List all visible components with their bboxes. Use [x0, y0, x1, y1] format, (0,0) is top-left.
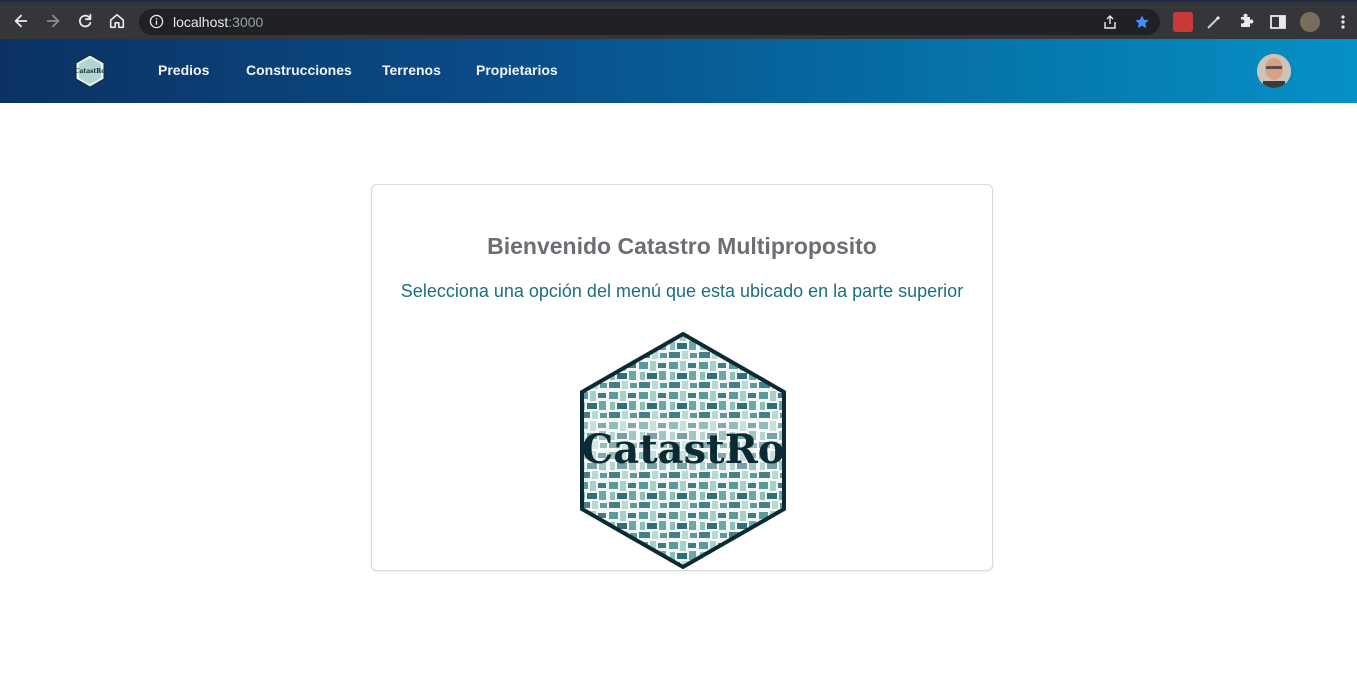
- welcome-title: Bienvenido Catastro Multiproposito: [487, 233, 877, 259]
- more-menu-icon[interactable]: [1336, 14, 1350, 30]
- profile-avatar[interactable]: [1300, 12, 1320, 32]
- url-port: :3000: [228, 14, 264, 30]
- color-picker-icon[interactable]: [1204, 12, 1224, 32]
- brand-logo-text: CatastRo: [75, 68, 105, 75]
- home-icon: [109, 13, 125, 29]
- nav-link-terrenos[interactable]: Terrenos: [382, 62, 441, 78]
- app-navbar: CatastRo Predios Construcciones Terrenos…: [0, 39, 1357, 103]
- welcome-card: Bienvenido Catastro Multiproposito Selec…: [371, 184, 993, 571]
- info-icon[interactable]: [149, 14, 164, 29]
- nav-link-predios[interactable]: Predios: [158, 62, 209, 78]
- brand-logo[interactable]: CatastRo: [73, 54, 107, 88]
- arrow-left-icon: [14, 14, 28, 28]
- nav-link-propietarios[interactable]: Propietarios: [476, 62, 558, 78]
- extensions-area: [1169, 10, 1324, 34]
- address-bar[interactable]: localhost:3000: [139, 9, 1160, 35]
- extension-icon[interactable]: [1173, 12, 1193, 32]
- puzzle-extensions-icon[interactable]: [1235, 12, 1255, 32]
- catastro-logo: CatastRo: [580, 331, 786, 570]
- logo-text: CatastRo: [581, 426, 784, 473]
- reload-button[interactable]: [74, 10, 96, 32]
- user-photo: [1257, 54, 1291, 88]
- user-avatar[interactable]: [1257, 54, 1291, 88]
- welcome-subtitle: Selecciona una opción del menú que esta …: [400, 281, 964, 301]
- url-host: localhost: [173, 14, 229, 30]
- nav-link-construcciones[interactable]: Construcciones: [246, 62, 352, 78]
- browser-toolbar: localhost:3000: [0, 0, 1357, 39]
- forward-button[interactable]: [42, 10, 64, 32]
- share-icon[interactable]: [1102, 14, 1118, 30]
- url-text[interactable]: localhost:3000: [173, 14, 263, 30]
- reload-icon: [79, 13, 92, 28]
- home-button[interactable]: [106, 10, 128, 32]
- bookmark-star-icon[interactable]: [1134, 14, 1150, 30]
- arrow-right-icon: [46, 14, 60, 28]
- side-panel-icon[interactable]: [1268, 12, 1288, 32]
- back-button[interactable]: [10, 10, 32, 32]
